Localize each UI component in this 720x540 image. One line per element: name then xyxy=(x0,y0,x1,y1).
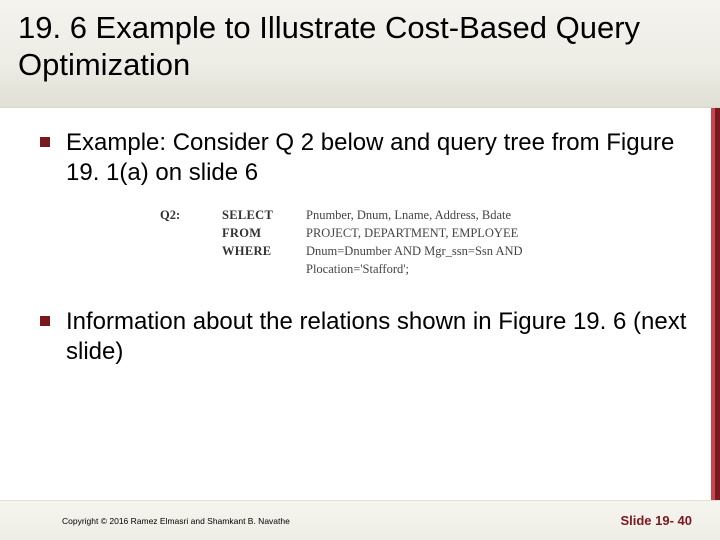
slide-number: Slide 19- 40 xyxy=(620,513,692,528)
bullet-text: Example: Consider Q 2 below and query tr… xyxy=(66,128,697,188)
bullet-text: Information about the relations shown in… xyxy=(66,307,697,367)
body-area: Example: Consider Q 2 below and query tr… xyxy=(0,108,711,500)
sql-select-columns: Pnumber, Dnum, Lname, Address, Bdate xyxy=(306,208,697,223)
square-bullet-icon xyxy=(40,137,50,147)
sql-where-keyword: WHERE xyxy=(222,244,294,259)
copyright-text: Copyright © 2016 Ramez Elmasri and Shamk… xyxy=(62,516,290,526)
sql-from-tables: PROJECT, DEPARTMENT, EMPLOYEE xyxy=(306,226,697,241)
accent-bar xyxy=(711,108,720,500)
bullet-item: Information about the relations shown in… xyxy=(40,307,697,367)
accent-bar-outer xyxy=(715,108,720,500)
title-band: 19. 6 Example to Illustrate Cost-Based Q… xyxy=(0,0,720,108)
sql-query-label: Q2: xyxy=(160,208,210,223)
sql-where-clause-1: Dnum=Dnumber AND Mgr_ssn=Ssn AND xyxy=(306,244,697,259)
sql-where-clause-2: Plocation='Stafford'; xyxy=(306,262,697,277)
sql-from-keyword: FROM xyxy=(222,226,294,241)
sql-block: Q2: SELECT Pnumber, Dnum, Lname, Address… xyxy=(160,208,697,277)
page-title: 19. 6 Example to Illustrate Cost-Based Q… xyxy=(18,10,702,83)
bullet-item: Example: Consider Q 2 below and query tr… xyxy=(40,128,697,188)
square-bullet-icon xyxy=(40,316,50,326)
footer: Copyright © 2016 Ramez Elmasri and Shamk… xyxy=(0,500,720,540)
slide: 19. 6 Example to Illustrate Cost-Based Q… xyxy=(0,0,720,540)
sql-select-keyword: SELECT xyxy=(222,208,294,223)
